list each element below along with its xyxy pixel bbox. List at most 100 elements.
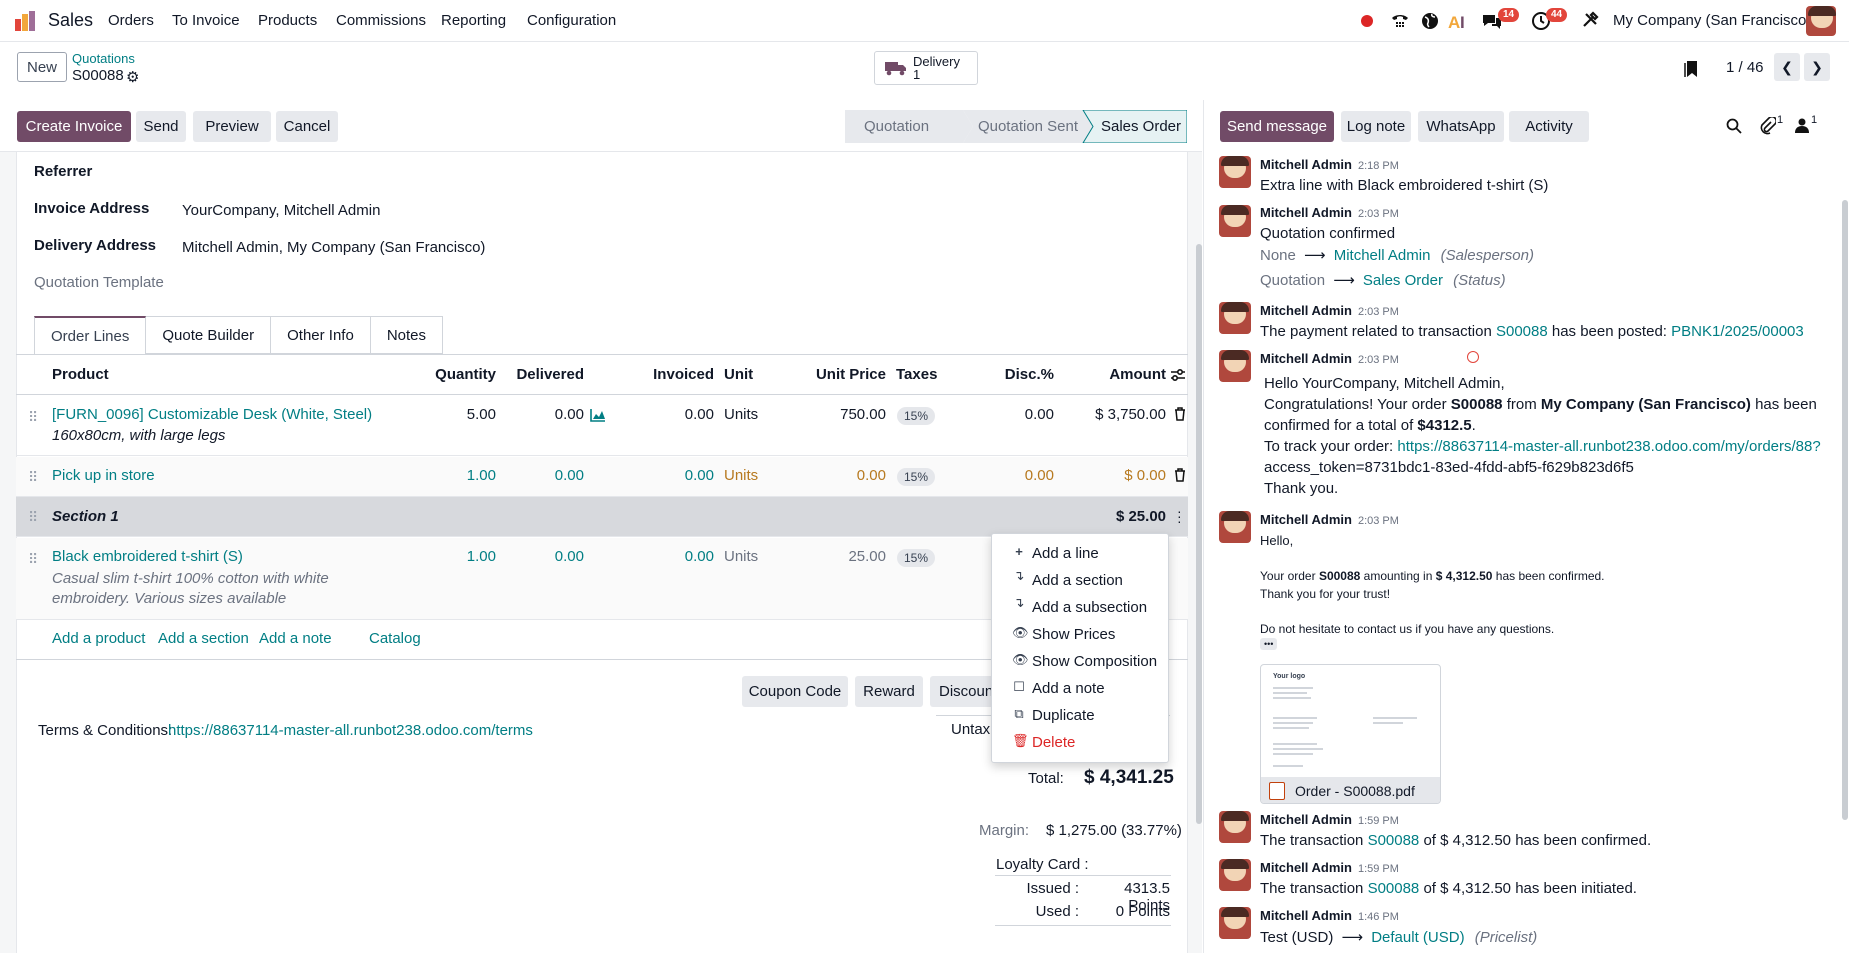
line-product[interactable]: Black embroidered t-shirt (S): [52, 548, 243, 565]
bookmark-icon[interactable]: [1684, 60, 1698, 82]
company-switcher[interactable]: My Company (San Francisco): [1613, 12, 1811, 29]
message-author[interactable]: Mitchell Admin 2:03 PM: [1260, 205, 1399, 220]
followers-icon[interactable]: [1795, 118, 1809, 137]
menu-commissions[interactable]: Commissions: [336, 12, 426, 29]
pager-next-button[interactable]: ❯: [1804, 53, 1830, 81]
line-unit[interactable]: Units: [724, 548, 758, 565]
line-tax-badge[interactable]: 15%: [897, 407, 936, 425]
optional-columns-icon[interactable]: [1170, 367, 1186, 387]
menu-show-prices[interactable]: Show Prices: [1032, 626, 1115, 643]
invoice-address-value[interactable]: YourCompany, Mitchell Admin: [182, 202, 380, 219]
breadcrumb-quotations[interactable]: Quotations: [72, 51, 135, 66]
line-quantity[interactable]: 1.00: [406, 467, 496, 484]
table-row[interactable]: ⠿ [FURN_0096] Customizable Desk (White, …: [16, 396, 1188, 456]
section-row[interactable]: ⠿ Section 1 $ 25.00 · · ·: [16, 497, 1188, 537]
section-name[interactable]: Section 1: [52, 508, 119, 525]
col-disc[interactable]: Disc.%: [964, 366, 1054, 383]
add-section-link[interactable]: Add a section: [158, 630, 249, 647]
menu-orders[interactable]: Orders: [108, 12, 154, 29]
menu-add-section[interactable]: Add a section: [1032, 572, 1123, 589]
add-product-link[interactable]: Add a product: [52, 630, 145, 647]
line-discount[interactable]: 0.00: [964, 467, 1054, 484]
form-scrollbar[interactable]: [1196, 244, 1202, 824]
terms-link[interactable]: https://88637114-master-all.runbot238.od…: [168, 722, 533, 739]
tab-other-info[interactable]: Other Info: [271, 316, 371, 354]
send-button[interactable]: Send: [136, 111, 186, 142]
payment-link[interactable]: PBNK1/2025/00003: [1671, 323, 1804, 340]
message-author[interactable]: Mitchell Admin 1:46 PM: [1260, 908, 1399, 923]
col-quantity[interactable]: Quantity: [406, 366, 496, 383]
menu-add-note[interactable]: Add a note: [1032, 680, 1105, 697]
order-tracking-link-cont[interactable]: access_token=8731bdc1-83ed-4fdd-abf5-f62…: [1264, 459, 1634, 476]
col-product[interactable]: Product: [52, 366, 109, 383]
line-tax-badge[interactable]: 15%: [897, 549, 936, 567]
log-note-button[interactable]: Log note: [1341, 111, 1411, 142]
col-taxes[interactable]: Taxes: [896, 366, 937, 383]
catalog-link[interactable]: Catalog: [369, 630, 421, 647]
order-link[interactable]: S00088: [1496, 323, 1548, 340]
cancel-button[interactable]: Cancel: [276, 111, 338, 142]
line-tax-badge[interactable]: 15%: [897, 468, 936, 486]
add-note-link[interactable]: Add a note: [259, 630, 332, 647]
col-unit[interactable]: Unit: [724, 366, 753, 383]
recording-icon[interactable]: [1361, 15, 1373, 27]
user-avatar[interactable]: [1806, 6, 1836, 36]
line-quantity[interactable]: 5.00: [406, 406, 496, 423]
col-unit-price[interactable]: Unit Price: [796, 366, 886, 383]
drag-handle-icon[interactable]: ⠿: [28, 470, 38, 484]
trash-icon[interactable]: [1174, 468, 1186, 486]
order-tracking-link[interactable]: https://88637114-master-all.runbot238.od…: [1397, 438, 1820, 455]
order-link[interactable]: S00088: [1368, 880, 1420, 897]
create-invoice-button[interactable]: Create Invoice: [17, 111, 131, 142]
whatsapp-button[interactable]: WhatsApp: [1418, 111, 1504, 142]
col-delivered[interactable]: Delivered: [494, 366, 584, 383]
avatar[interactable]: [1219, 156, 1251, 188]
new-button[interactable]: New: [17, 52, 67, 82]
table-row[interactable]: ⠿ Pick up in store 1.00 0.00 0.00 Units …: [16, 457, 1188, 497]
line-unit[interactable]: Units: [724, 406, 758, 423]
section-menu-icon[interactable]: · · ·: [1177, 504, 1182, 528]
col-invoiced[interactable]: Invoiced: [624, 366, 714, 383]
trash-icon[interactable]: [1174, 407, 1186, 425]
drag-handle-icon[interactable]: ⠿: [28, 552, 38, 566]
message-author[interactable]: Mitchell Admin 2:03 PM: [1260, 351, 1399, 366]
gear-icon[interactable]: ⚙: [126, 68, 139, 86]
line-discount[interactable]: 0.00: [964, 406, 1054, 423]
avatar[interactable]: [1219, 907, 1251, 939]
drag-handle-icon[interactable]: ⠿: [28, 510, 38, 524]
avatar[interactable]: [1219, 205, 1251, 237]
chatter-scrollbar[interactable]: [1842, 200, 1848, 820]
menu-configuration[interactable]: Configuration: [527, 12, 616, 29]
menu-delete[interactable]: Delete: [1032, 734, 1075, 751]
menu-to-invoice[interactable]: To Invoice: [172, 12, 240, 29]
avatar[interactable]: [1219, 350, 1251, 382]
line-product[interactable]: Pick up in store: [52, 467, 155, 484]
menu-duplicate[interactable]: Duplicate: [1032, 707, 1095, 724]
drag-handle-icon[interactable]: ⠿: [28, 410, 38, 424]
delivery-smart-button[interactable]: Delivery 1: [874, 51, 978, 85]
avatar[interactable]: [1219, 511, 1251, 543]
avatar[interactable]: [1219, 811, 1251, 843]
app-name[interactable]: Sales: [48, 10, 93, 31]
line-unit[interactable]: Units: [724, 467, 758, 484]
globe-icon[interactable]: [1420, 11, 1440, 31]
paperclip-icon[interactable]: [1760, 115, 1778, 139]
message-author[interactable]: Mitchell Admin 1:59 PM: [1260, 860, 1399, 875]
status-sales-order[interactable]: Sales Order: [1095, 118, 1187, 135]
line-unit-price[interactable]: 0.00: [796, 467, 886, 484]
menu-show-composition[interactable]: Show Composition: [1032, 653, 1157, 670]
attachment-name[interactable]: Order - S00088.pdf: [1295, 783, 1415, 799]
order-link[interactable]: S00088: [1368, 832, 1420, 849]
reward-button[interactable]: Reward: [855, 676, 923, 707]
send-message-button[interactable]: Send message: [1220, 111, 1334, 142]
menu-products[interactable]: Products: [258, 12, 317, 29]
status-quotation[interactable]: Quotation: [864, 118, 929, 135]
forecast-chart-icon[interactable]: [590, 408, 606, 426]
line-unit-price[interactable]: 750.00: [796, 406, 886, 423]
message-author[interactable]: Mitchell Admin 2:03 PM: [1260, 303, 1399, 318]
delivery-address-value[interactable]: Mitchell Admin, My Company (San Francisc…: [182, 239, 485, 256]
tab-order-lines[interactable]: Order Lines: [34, 316, 147, 354]
avatar[interactable]: [1219, 859, 1251, 891]
sales-app-icon[interactable]: [14, 10, 36, 32]
debug-tools-icon[interactable]: [1581, 11, 1601, 31]
